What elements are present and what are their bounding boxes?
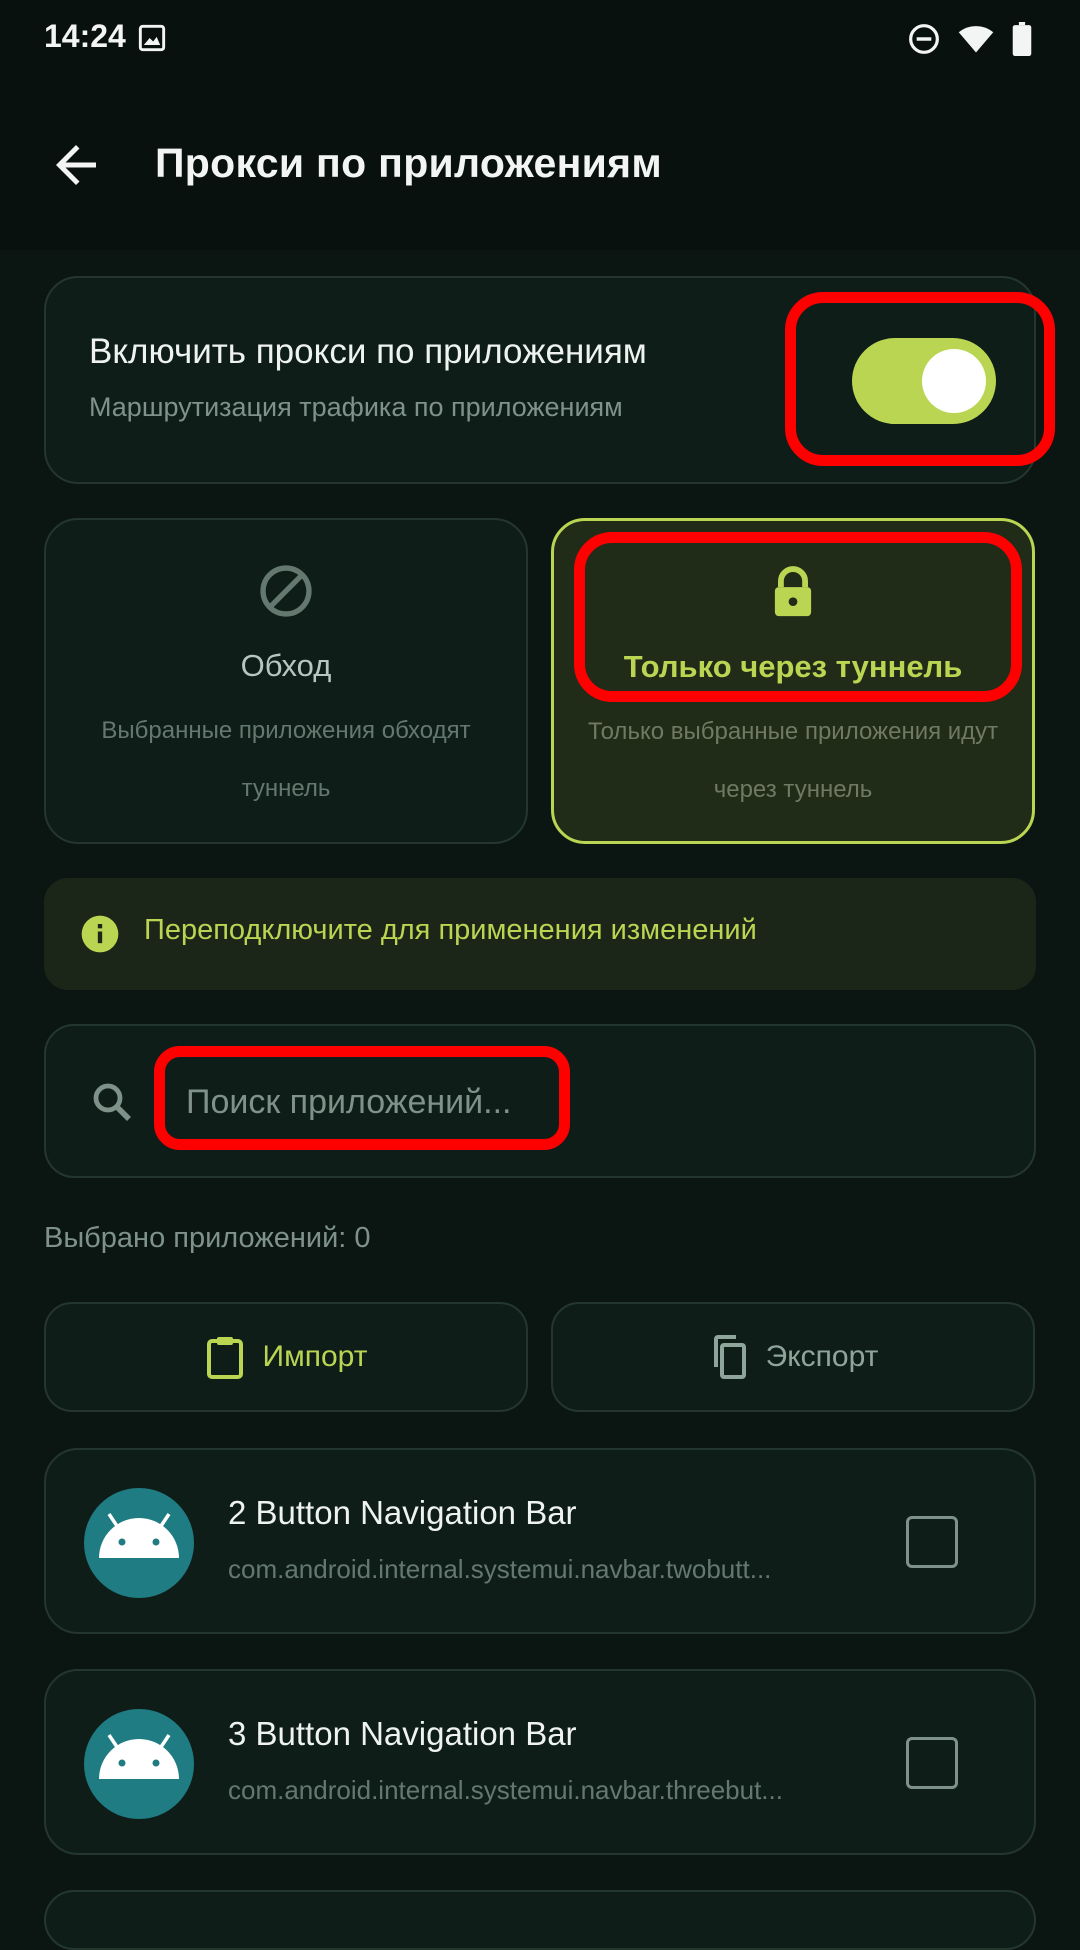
- android-app-icon: [84, 1709, 194, 1819]
- app-name: 3 Button Navigation Bar: [228, 1715, 577, 1752]
- mode-bypass-label: Обход: [240, 648, 332, 683]
- search-icon: [93, 1083, 131, 1121]
- image-icon: [138, 24, 166, 52]
- import-button[interactable]: Импорт: [44, 1302, 528, 1412]
- block-icon: [260, 565, 312, 617]
- status-time: 14:24: [44, 18, 126, 54]
- mode-bypass-description: Выбранные приложения обходят туннель: [101, 717, 471, 802]
- highlight-switch: [785, 292, 1055, 466]
- page-title: Прокси по приложениям: [155, 140, 663, 186]
- mode-bypass-card[interactable]: Обход Выбранные приложения обходят тунне…: [44, 518, 528, 844]
- reconnect-info-banner: Переподключите для применения изменений: [44, 878, 1036, 990]
- selected-count: Выбрано приложений: 0: [44, 1222, 371, 1254]
- status-icons: [908, 22, 1032, 56]
- app-list-item[interactable]: 3 Button Navigation Bar com.android.inte…: [44, 1669, 1036, 1855]
- info-icon: [81, 915, 119, 953]
- dnd-icon: [909, 24, 939, 54]
- toggle-title: Включить прокси по приложениям: [89, 332, 647, 371]
- arrow-left-icon[interactable]: [46, 135, 106, 195]
- app-name: 2 Button Navigation Bar: [228, 1494, 577, 1531]
- app-checkbox[interactable]: [906, 1516, 958, 1568]
- highlight-tunnel-mode: [574, 532, 1022, 702]
- clipboard-icon: [206, 1337, 243, 1379]
- copy-icon: [713, 1335, 746, 1379]
- highlight-search-input: [154, 1046, 570, 1150]
- app-list-item[interactable]: 2 Button Navigation Bar com.android.inte…: [44, 1448, 1036, 1634]
- status-bar: 14:24: [0, 0, 1080, 80]
- app-bar: Прокси по приложениям: [0, 80, 1080, 250]
- battery-icon: [1012, 22, 1032, 56]
- app-package: com.android.internal.systemui.navbar.two…: [228, 1554, 772, 1584]
- wifi-icon: [958, 26, 994, 53]
- app-list-item-partial[interactable]: [44, 1890, 1036, 1950]
- export-button[interactable]: Экспорт: [551, 1302, 1035, 1412]
- import-label: Импорт: [262, 1340, 368, 1373]
- android-app-icon: [84, 1488, 194, 1598]
- export-label: Экспорт: [765, 1340, 879, 1373]
- mode-tunnel-description: Только выбранные приложения идут через т…: [587, 718, 999, 803]
- toggle-subtitle: Маршрутизация трафика по приложениям: [89, 392, 623, 422]
- app-checkbox[interactable]: [906, 1737, 958, 1789]
- info-text: Переподключите для применения изменений: [144, 914, 757, 946]
- app-package: com.android.internal.systemui.navbar.thr…: [228, 1775, 783, 1805]
